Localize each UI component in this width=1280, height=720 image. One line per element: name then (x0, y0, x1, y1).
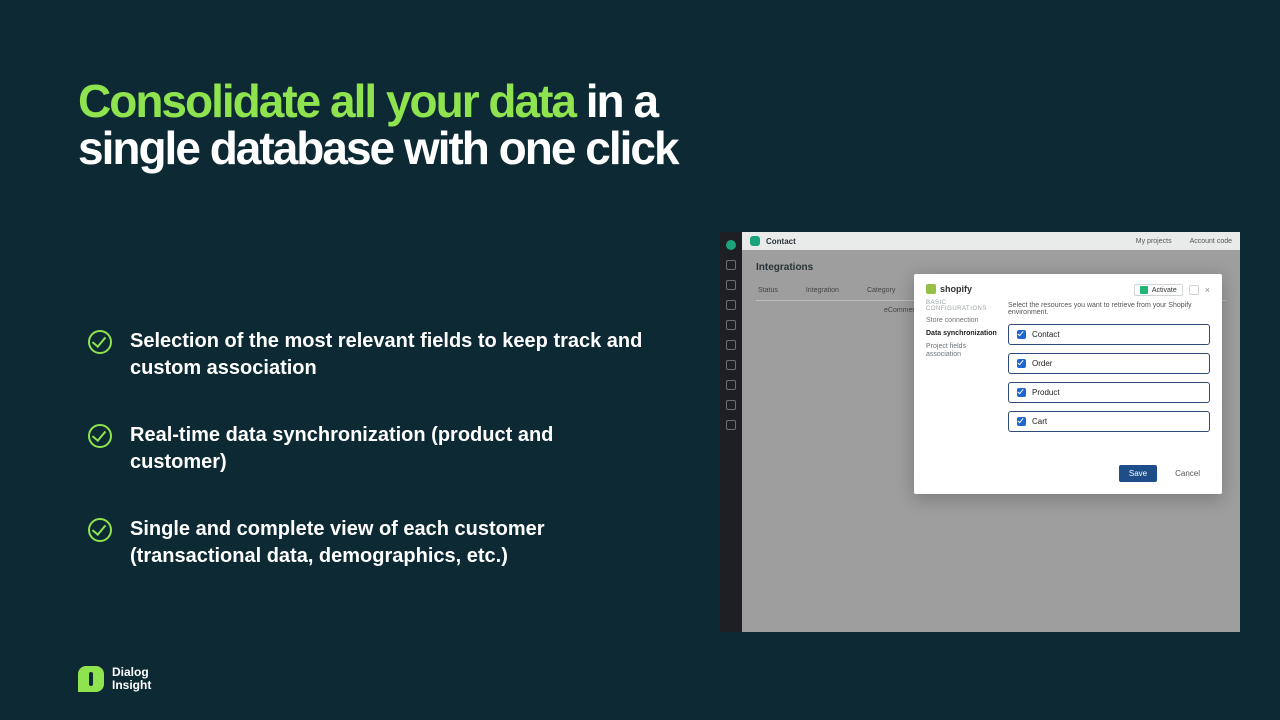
modal-description: Select the resources you want to retriev… (1008, 302, 1210, 316)
page-heading: Integrations (756, 262, 1226, 273)
resource-label: Product (1032, 388, 1060, 397)
nav-rail-item-icon[interactable] (726, 380, 736, 390)
expand-icon[interactable] (1189, 285, 1199, 295)
checkbox-checked-icon[interactable] (1017, 388, 1026, 397)
resource-label: Contact (1032, 330, 1060, 339)
modal-sidebar: shopify BASIC CONFIGURATIONS Store conne… (926, 284, 998, 482)
integration-modal: shopify BASIC CONFIGURATIONS Store conne… (914, 274, 1222, 494)
cell-integration (810, 307, 856, 314)
feature-list: Selection of the most relevant fields to… (88, 328, 648, 610)
modal-nav-store[interactable]: Store connection (926, 317, 998, 325)
feature-item: Real-time data synchronization (product … (88, 422, 648, 476)
resource-row[interactable]: Product (1008, 382, 1210, 403)
checkbox-checked-icon[interactable] (1017, 330, 1026, 339)
nav-rail-item-icon[interactable] (726, 400, 736, 410)
feature-item: Single and complete view of each custome… (88, 516, 648, 570)
col-status: Status (758, 287, 778, 294)
nav-rail-item-icon[interactable] (726, 320, 736, 330)
resource-row[interactable]: Contact (1008, 324, 1210, 345)
projects-link[interactable]: My projects (1136, 238, 1172, 245)
brand-mark-icon (78, 666, 104, 692)
col-category: Category (867, 287, 895, 294)
modal-nav-fields[interactable]: Project fields association (926, 343, 998, 359)
modal-top-actions: Activate × (1008, 284, 1210, 296)
modal-content: Activate × Select the resources you want… (1008, 284, 1210, 482)
resource-label: Cart (1032, 417, 1047, 426)
app-screenshot: Contact My projects Account code Integra… (720, 232, 1240, 632)
nav-rail-item-icon[interactable] (726, 300, 736, 310)
nav-rail-item-icon[interactable] (726, 280, 736, 290)
app-nav-rail (720, 232, 742, 632)
col-integration: Integration (806, 287, 839, 294)
brand-lockup: DialogInsight (78, 666, 151, 692)
resource-label: Order (1032, 359, 1052, 368)
checkbox-checked-icon[interactable] (1017, 417, 1026, 426)
feature-text: Real-time data synchronization (product … (130, 422, 648, 476)
app-titlebar: Contact My projects Account code (742, 232, 1240, 250)
hero-accent: Consolidate all your data (78, 75, 575, 127)
modal-brand-name: shopify (940, 284, 972, 294)
save-button[interactable]: Save (1119, 465, 1157, 482)
shopify-bag-icon (926, 284, 936, 294)
modal-nav-data[interactable]: Data synchronization (926, 330, 998, 338)
feature-text: Single and complete view of each custome… (130, 516, 648, 570)
nav-rail-logo-icon (726, 240, 736, 250)
nav-rail-item-icon[interactable] (726, 260, 736, 270)
app-logo-icon (750, 236, 760, 246)
cell-status (758, 307, 782, 314)
resource-row[interactable]: Order (1008, 353, 1210, 374)
modal-brand: shopify (926, 284, 998, 294)
cancel-button[interactable]: Cancel (1165, 465, 1210, 482)
brand-name: DialogInsight (112, 666, 151, 691)
modal-section-label: BASIC CONFIGURATIONS (926, 300, 998, 312)
resource-row[interactable]: Cart (1008, 411, 1210, 432)
activate-status-icon (1140, 286, 1148, 294)
activate-toggle[interactable]: Activate (1134, 284, 1183, 296)
feature-item: Selection of the most relevant fields to… (88, 328, 648, 382)
check-icon (88, 424, 112, 448)
nav-rail-item-icon[interactable] (726, 340, 736, 350)
nav-rail-item-icon[interactable] (726, 420, 736, 430)
feature-text: Selection of the most relevant fields to… (130, 328, 648, 382)
modal-actions: Save Cancel (1008, 465, 1210, 482)
check-icon (88, 518, 112, 542)
nav-rail-item-icon[interactable] (726, 360, 736, 370)
checkbox-checked-icon[interactable] (1017, 359, 1026, 368)
check-icon (88, 330, 112, 354)
close-icon[interactable]: × (1205, 285, 1210, 295)
hero-heading: Consolidate all your data in a single da… (78, 78, 698, 172)
account-link[interactable]: Account code (1190, 238, 1232, 245)
app-title: Contact (766, 237, 796, 246)
activate-label: Activate (1152, 287, 1177, 294)
